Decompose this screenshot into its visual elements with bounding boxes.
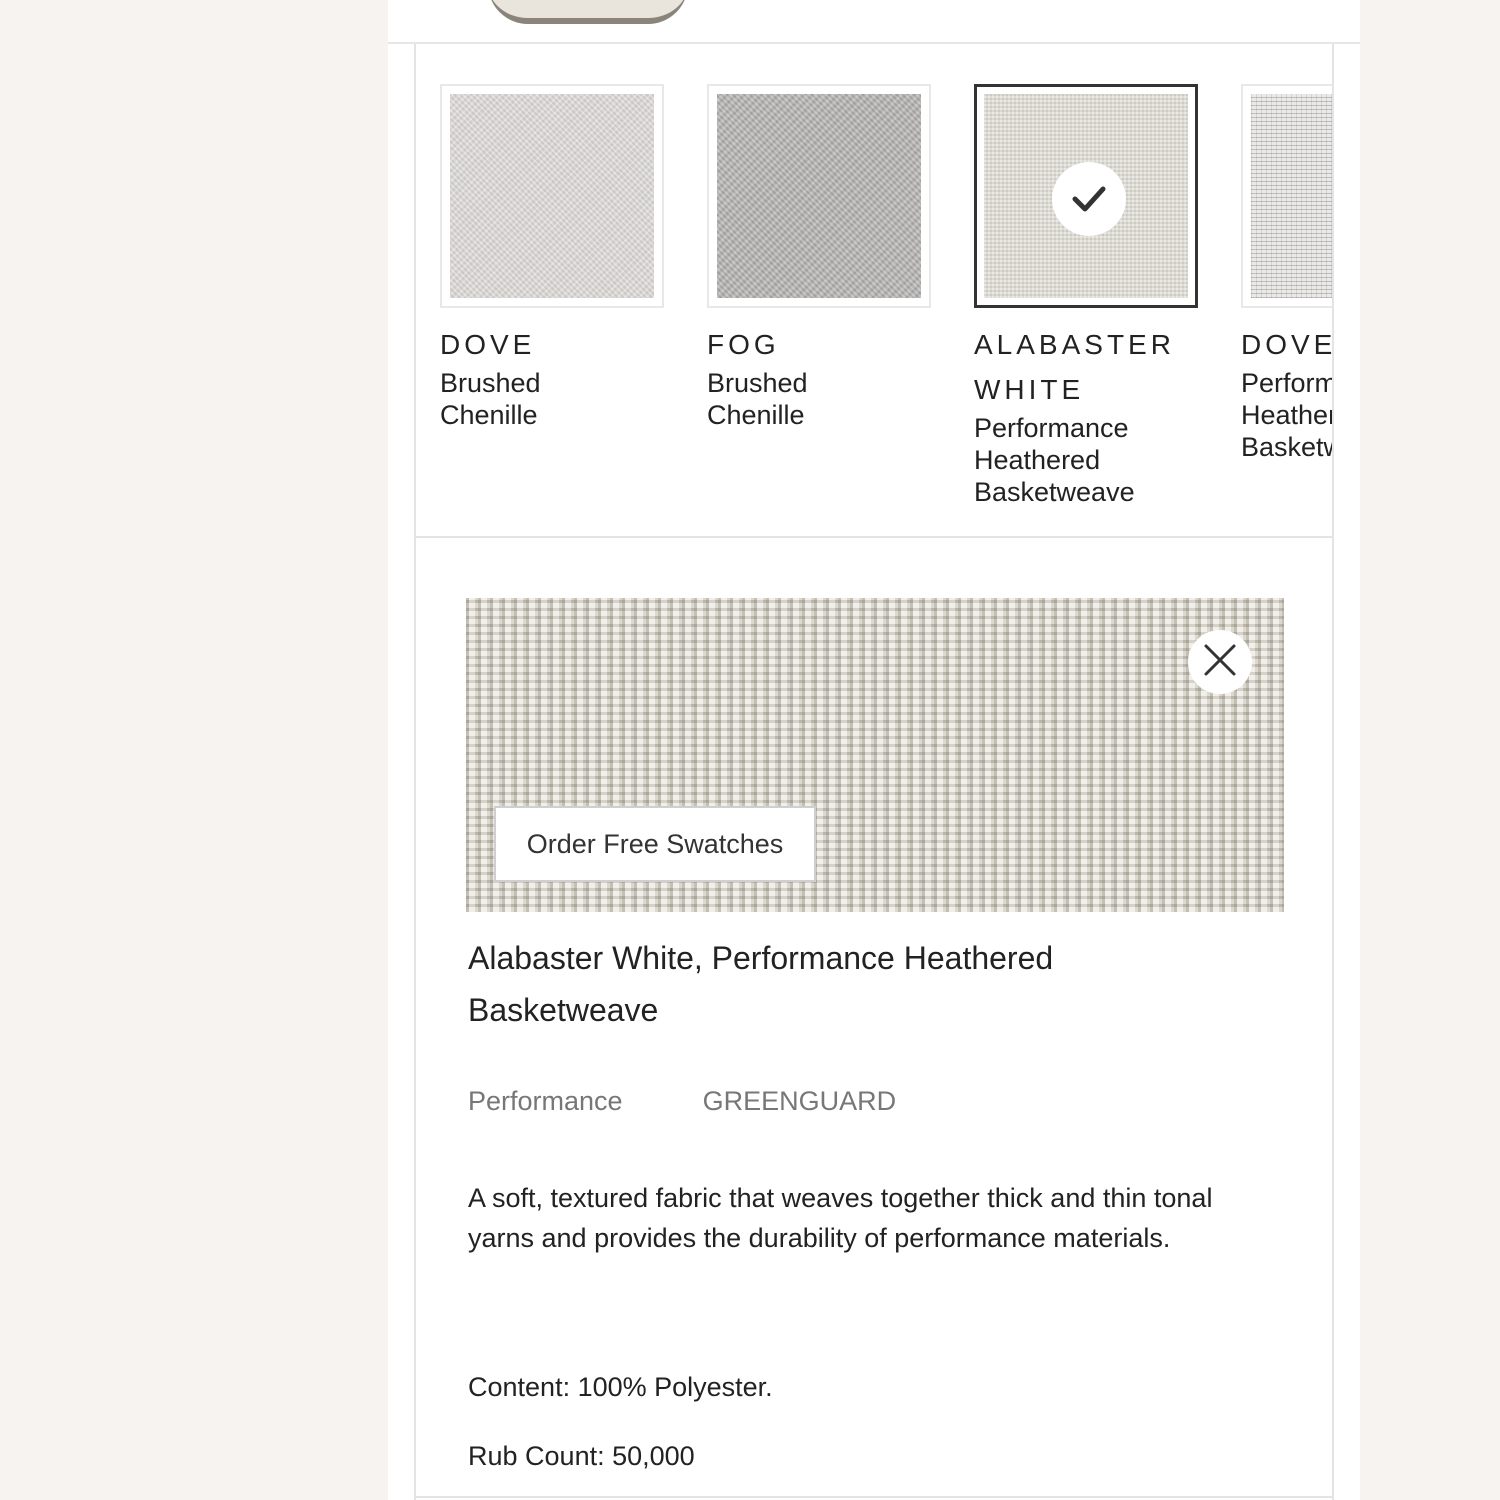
swatch-color-name: FOG	[707, 329, 780, 360]
product-page: DOVE Brushed Chenille FOG Brushed Chenil…	[388, 0, 1360, 1500]
close-icon	[1203, 643, 1237, 681]
close-button[interactable]	[1188, 630, 1252, 694]
swatch-color-name: DOVE	[1241, 329, 1332, 360]
swatch-alabaster-white-basketweave[interactable]: ALABASTER WHITE Performance Heathered Ba…	[974, 84, 1214, 508]
swatch-fabric-type: Brushed Chenille	[440, 368, 541, 430]
fabric-content: Content: 100% Polyester.	[468, 1372, 773, 1402]
fabric-detail: Order Free Swatches Alabaster White, Per…	[416, 538, 1332, 1498]
swatch-color-name: DOVE	[440, 329, 536, 360]
fabric-title: Alabaster White, Performance Heathered B…	[468, 940, 1054, 1028]
swatch-color-name: ALABASTER WHITE	[974, 329, 1175, 405]
swatch-fabric-type: Brushed Chenille	[707, 368, 808, 430]
swatch-fabric-type: Performance Heathered Basketweave	[974, 413, 1135, 507]
swatch-frame[interactable]	[707, 84, 931, 308]
swatch-dove-basketweave[interactable]: DOVE Performance Heathered Basketweave	[1241, 84, 1332, 463]
fabric-panel: DOVE Brushed Chenille FOG Brushed Chenil…	[414, 44, 1334, 1500]
swatch-frame[interactable]	[440, 84, 664, 308]
sofa-image	[488, 0, 688, 24]
swatch-frame[interactable]	[974, 84, 1198, 308]
tag-performance: Performance	[468, 1086, 623, 1116]
swatch-carousel[interactable]: DOVE Brushed Chenille FOG Brushed Chenil…	[416, 44, 1332, 538]
tag-greenguard: GREENGUARD	[702, 1086, 897, 1116]
swatch-fabric-type: Performance Heathered Basketweave	[1241, 368, 1332, 462]
swatch-image	[717, 94, 921, 298]
swatch-image	[450, 94, 654, 298]
order-free-swatches-button[interactable]: Order Free Swatches	[494, 806, 816, 882]
swatch-image	[1251, 94, 1332, 298]
product-image-strip	[388, 0, 1360, 44]
swatch-frame[interactable]	[1241, 84, 1332, 308]
fabric-tags: Performance GREENGUARD	[468, 1086, 896, 1117]
divider	[416, 1496, 1332, 1498]
swatch-fog-chenille[interactable]: FOG Brushed Chenille	[707, 84, 947, 431]
swatch-dove-chenille[interactable]: DOVE Brushed Chenille	[440, 84, 680, 431]
check-icon	[1052, 162, 1126, 236]
fabric-description: A soft, textured fabric that weaves toge…	[468, 1183, 1213, 1253]
fabric-hero-image: Order Free Swatches	[466, 598, 1284, 912]
fabric-rub-count: Rub Count: 50,000	[468, 1441, 695, 1471]
